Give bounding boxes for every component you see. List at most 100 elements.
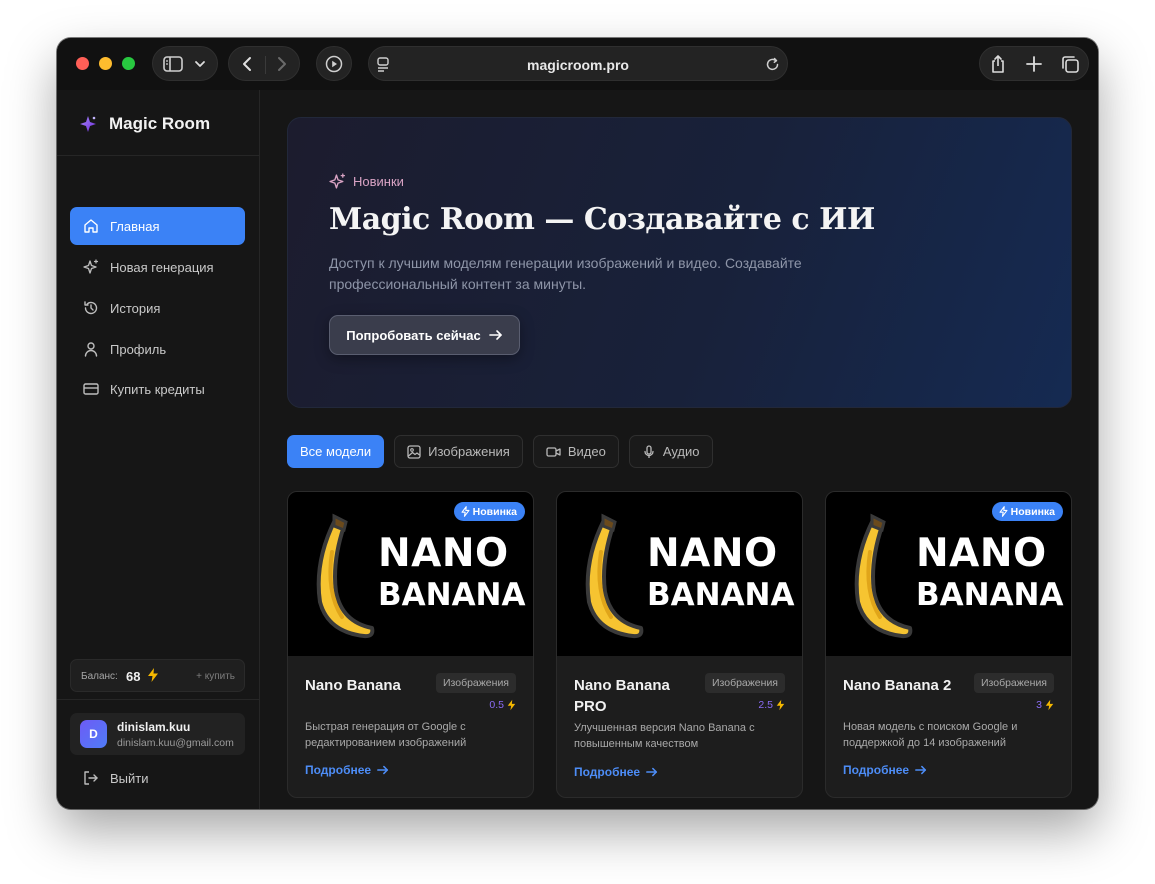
nav-item-label: История bbox=[110, 300, 161, 316]
more-link[interactable]: Подробнее bbox=[305, 763, 389, 777]
more-link[interactable]: Подробнее bbox=[574, 765, 658, 779]
sparkles-icon bbox=[83, 259, 99, 274]
model-card-image: NANO BANANA Новинка bbox=[288, 492, 533, 656]
more-label: Подробнее bbox=[574, 765, 641, 779]
sidebar-toggle-icon[interactable] bbox=[163, 56, 183, 72]
hero-description: Доступ к лучшим моделям генерации изобра… bbox=[329, 255, 802, 292]
category-badge: Изображения bbox=[974, 673, 1054, 693]
new-badge: Новинка bbox=[453, 502, 525, 521]
tabs-overview-icon[interactable] bbox=[1061, 55, 1080, 74]
share-icon[interactable] bbox=[989, 54, 1007, 74]
sidebar: Magic Room Главная Новая генерация Истор… bbox=[57, 90, 260, 809]
main-content: Новинки Magic Room — Создавайте с ИИ Дос… bbox=[261, 90, 1098, 809]
hero-badge-text: Новинки bbox=[353, 174, 404, 189]
model-card-nano-banana-pro[interactable]: NANO BANANA Nano Banana PRO Изображения … bbox=[556, 491, 803, 798]
browser-window: magicroom.pro Magic Room Главная Новая г… bbox=[57, 38, 1098, 809]
category-badge: Изображения bbox=[705, 673, 785, 693]
bolt-icon bbox=[507, 699, 516, 711]
user-name: dinislam.kuu bbox=[117, 720, 191, 734]
arrow-right-icon bbox=[488, 330, 502, 340]
avatar: D bbox=[80, 720, 107, 748]
nav-item-label: Купить кредиты bbox=[110, 381, 205, 397]
filter-label: Аудио bbox=[662, 444, 700, 459]
nav-item-new-generation[interactable]: Новая генерация bbox=[70, 248, 245, 286]
nav-item-home[interactable]: Главная bbox=[70, 207, 245, 245]
hero-title: Magic Room — Создавайте с ИИ bbox=[329, 202, 875, 237]
maximize-window-button[interactable] bbox=[122, 57, 135, 70]
try-now-label: Попробовать сейчас bbox=[346, 327, 481, 343]
user-card[interactable]: D dinislam.kuu dinislam.kuu@gmail.com bbox=[70, 713, 245, 755]
card-description: Улучшенная версия Nano Banana с повышенн… bbox=[574, 722, 755, 750]
model-filters: Все модели Изображения Видео Аудио bbox=[287, 435, 723, 468]
filter-images[interactable]: Изображения bbox=[394, 435, 523, 468]
category-badge: Изображения bbox=[436, 673, 516, 693]
filter-video[interactable]: Видео bbox=[532, 435, 619, 468]
bolt-icon bbox=[1045, 699, 1054, 711]
hero-badge: Новинки bbox=[329, 173, 404, 190]
arrow-right-icon bbox=[915, 765, 927, 775]
nav-item-label: Профиль bbox=[110, 341, 167, 357]
price: 2.5 bbox=[758, 699, 785, 711]
price-value: 0.5 bbox=[489, 699, 504, 711]
card-title: Nano Banana PRO bbox=[574, 677, 670, 715]
try-now-button[interactable]: Попробовать сейчас bbox=[329, 315, 520, 355]
more-label: Подробнее bbox=[305, 763, 372, 777]
brand-name: Magic Room bbox=[109, 114, 211, 133]
chevron-down-icon[interactable] bbox=[194, 58, 206, 70]
sidebar-divider bbox=[57, 699, 260, 700]
image-text-nano: NANO bbox=[378, 531, 509, 576]
history-icon bbox=[84, 301, 98, 315]
filter-all-models[interactable]: Все модели bbox=[287, 435, 385, 468]
logout-button[interactable]: Выйти bbox=[83, 770, 149, 786]
more-label: Подробнее bbox=[843, 763, 910, 777]
browser-toolbar: magicroom.pro bbox=[57, 38, 1098, 90]
brand[interactable]: Magic Room bbox=[79, 112, 210, 136]
bolt-icon bbox=[461, 506, 470, 517]
bolt-icon bbox=[776, 699, 785, 711]
reload-icon[interactable] bbox=[765, 57, 780, 72]
image-text-banana: BANANA bbox=[647, 577, 795, 613]
price-value: 3 bbox=[1036, 699, 1042, 711]
minimize-window-button[interactable] bbox=[99, 57, 112, 70]
card-description: Быстрая генерация от Google с редактиров… bbox=[305, 721, 467, 749]
filter-audio[interactable]: Аудио bbox=[628, 435, 713, 468]
banana-icon bbox=[585, 513, 644, 639]
brand-divider bbox=[57, 155, 260, 156]
new-tab-icon[interactable] bbox=[1026, 56, 1042, 72]
balance-panel: Баланс: 68 + купить bbox=[70, 659, 245, 692]
model-card-nano-banana[interactable]: NANO BANANA Новинка Nano Banana Изображе… bbox=[287, 491, 534, 798]
banana-icon bbox=[316, 513, 375, 639]
image-text-banana: BANANA bbox=[378, 577, 526, 613]
filter-label: Видео bbox=[567, 444, 606, 459]
new-badge-label: Новинка bbox=[1010, 505, 1055, 518]
bolt-icon bbox=[999, 506, 1008, 517]
balance-label: Баланс: bbox=[81, 671, 118, 682]
nav-separator bbox=[265, 56, 266, 74]
model-card-nano-banana-2[interactable]: NANO BANANA Новинка Nano Banana 2 Изобра… bbox=[825, 491, 1072, 798]
history-nav-group bbox=[228, 46, 300, 81]
logout-icon bbox=[84, 771, 98, 785]
nav-item-history[interactable]: История bbox=[70, 289, 245, 327]
home-icon bbox=[84, 219, 98, 233]
image-text-nano: NANO bbox=[647, 531, 778, 576]
play-button[interactable] bbox=[316, 46, 352, 81]
balance-value: 68 bbox=[126, 669, 141, 684]
nav-item-label: Новая генерация bbox=[110, 259, 214, 275]
address-bar[interactable]: magicroom.pro bbox=[368, 46, 788, 81]
nav-item-profile[interactable]: Профиль bbox=[70, 330, 245, 368]
toolbar-actions-group bbox=[979, 46, 1089, 81]
image-icon bbox=[407, 444, 421, 459]
more-link[interactable]: Подробнее bbox=[843, 763, 927, 777]
back-icon[interactable] bbox=[240, 56, 254, 72]
logout-label: Выйти bbox=[110, 770, 149, 786]
arrow-right-icon bbox=[377, 765, 389, 775]
nav-item-buy-credits[interactable]: Купить кредиты bbox=[70, 370, 245, 408]
buy-credits-link[interactable]: + купить bbox=[196, 671, 235, 682]
price: 3 bbox=[1036, 699, 1054, 711]
url-text: magicroom.pro bbox=[527, 57, 629, 73]
price: 0.5 bbox=[489, 699, 516, 711]
sidebar-toggle-group bbox=[152, 46, 218, 81]
image-text-nano: NANO bbox=[916, 531, 1047, 576]
forward-icon[interactable] bbox=[275, 56, 289, 72]
close-window-button[interactable] bbox=[76, 57, 89, 70]
